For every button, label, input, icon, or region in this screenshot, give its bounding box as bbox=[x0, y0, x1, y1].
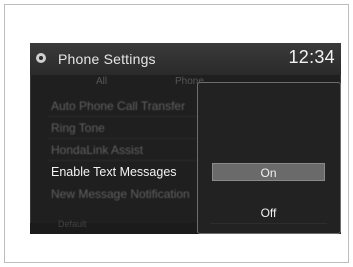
settings-list: Auto Phone Call Transfer Ring Tone Honda… bbox=[30, 95, 215, 227]
list-item[interactable]: New Message Notification bbox=[30, 183, 215, 205]
clock: 12:34 bbox=[288, 47, 335, 67]
default-button[interactable]: Default bbox=[58, 219, 87, 229]
screen-header: Phone Settings 12:34 bbox=[30, 43, 341, 75]
list-item[interactable]: Auto Phone Call Transfer bbox=[30, 95, 215, 117]
option-on-button[interactable]: On bbox=[212, 163, 325, 181]
list-item-enable-text-messages[interactable]: Enable Text Messages bbox=[30, 161, 215, 183]
tab-all[interactable]: All bbox=[96, 76, 107, 87]
page-title: Phone Settings bbox=[58, 51, 156, 67]
infotainment-screen: Phone Settings 12:34 All Phone Auto Phon… bbox=[30, 43, 341, 234]
option-off-button[interactable]: Off bbox=[210, 204, 327, 224]
options-popup: On Off bbox=[197, 82, 341, 234]
list-item[interactable]: HondaLink Assist bbox=[30, 139, 215, 161]
settings-icon bbox=[36, 53, 46, 63]
manual-illustration-frame: Phone Settings 12:34 All Phone Auto Phon… bbox=[4, 4, 349, 263]
list-item[interactable]: Ring Tone bbox=[30, 117, 215, 139]
